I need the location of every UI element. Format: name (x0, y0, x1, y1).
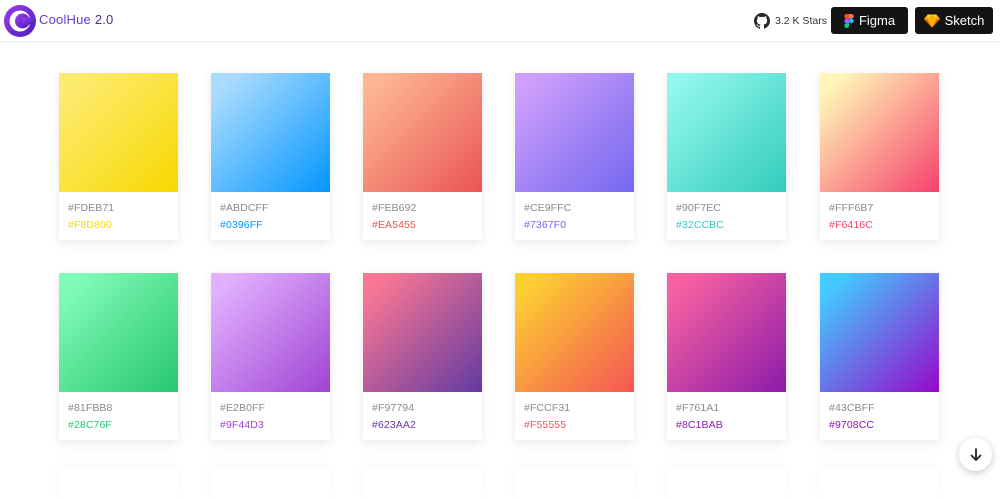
gradient-end-hex[interactable]: #EA5455 (372, 219, 416, 231)
card-placeholder (667, 468, 786, 500)
gradient-swatch[interactable] (667, 273, 786, 392)
gradient-swatch[interactable] (515, 273, 634, 392)
gradient-swatch[interactable] (211, 73, 330, 192)
gradient-swatch[interactable] (820, 273, 939, 392)
gradient-card[interactable]: #E2B0FF #9F44D3 (211, 273, 330, 440)
gradient-start-hex[interactable]: #FCCF31 (524, 402, 570, 414)
gradient-end-hex[interactable]: #F55555 (524, 419, 566, 431)
gradient-end-hex[interactable]: #8C1BAB (676, 419, 723, 431)
gradient-start-hex[interactable]: #FDEB71 (68, 202, 114, 214)
gradient-end-hex[interactable]: #F6416C (829, 219, 873, 231)
card-placeholder (211, 468, 330, 500)
gradient-end-hex[interactable]: #28C76F (68, 419, 112, 431)
gradient-card[interactable]: #FEB692 #EA5455 (363, 73, 482, 240)
gradient-start-hex[interactable]: #FFF6B7 (829, 202, 873, 214)
gradient-start-hex[interactable]: #F97794 (372, 402, 414, 414)
gradient-start-hex[interactable]: #F761A1 (676, 402, 719, 414)
gradient-swatch[interactable] (59, 273, 178, 392)
card-placeholder (59, 468, 178, 500)
card-placeholder (363, 468, 482, 500)
gradient-start-hex[interactable]: #43CBFF (829, 402, 875, 414)
gradient-swatch[interactable] (515, 73, 634, 192)
gradient-start-hex[interactable]: #E2B0FF (220, 402, 265, 414)
gradient-end-hex[interactable]: #7367F0 (524, 219, 566, 231)
gradient-start-hex[interactable]: #CE9FFC (524, 202, 571, 214)
card-placeholder (515, 468, 634, 500)
gradient-swatch[interactable] (59, 73, 178, 192)
gradient-card[interactable]: #ABDCFF #0396FF (211, 73, 330, 240)
card-placeholder (820, 468, 939, 500)
gradient-start-hex[interactable]: #81FBB8 (68, 402, 112, 414)
gradient-swatch[interactable] (820, 73, 939, 192)
gradient-end-hex[interactable]: #9F44D3 (220, 419, 264, 431)
gradient-card[interactable]: #FFF6B7 #F6416C (820, 73, 939, 240)
gradient-swatch[interactable] (363, 73, 482, 192)
gradient-swatch[interactable] (211, 273, 330, 392)
gradient-swatch[interactable] (667, 73, 786, 192)
gradient-card[interactable]: #F761A1 #8C1BAB (667, 273, 786, 440)
gradient-end-hex[interactable]: #9708CC (829, 419, 874, 431)
arrow-down-icon (970, 447, 981, 461)
scroll-down-button[interactable] (959, 438, 992, 471)
gradient-start-hex[interactable]: #ABDCFF (220, 202, 269, 214)
gradient-card[interactable]: #81FBB8 #28C76F (59, 273, 178, 440)
gradient-end-hex[interactable]: #0396FF (220, 219, 263, 231)
gradient-card[interactable]: #FCCF31 #F55555 (515, 273, 634, 440)
gradient-grid: #FDEB71 #F8D800 #ABDCFF #0396FF #FEB692 #EA54… (0, 0, 1000, 500)
gradient-end-hex[interactable]: #32CCBC (676, 219, 724, 231)
gradient-card[interactable]: #FDEB71 #F8D800 (59, 73, 178, 240)
gradient-swatch[interactable] (363, 273, 482, 392)
gradient-card[interactable]: #90F7EC #32CCBC (667, 73, 786, 240)
gradient-card[interactable]: #CE9FFC #7367F0 (515, 73, 634, 240)
gradient-start-hex[interactable]: #FEB692 (372, 202, 416, 214)
gradient-end-hex[interactable]: #F8D800 (68, 219, 112, 231)
gradient-start-hex[interactable]: #90F7EC (676, 202, 721, 214)
gradient-card[interactable]: #F97794 #623AA2 (363, 273, 482, 440)
gradient-card[interactable]: #43CBFF #9708CC (820, 273, 939, 440)
gradient-end-hex[interactable]: #623AA2 (372, 419, 416, 431)
